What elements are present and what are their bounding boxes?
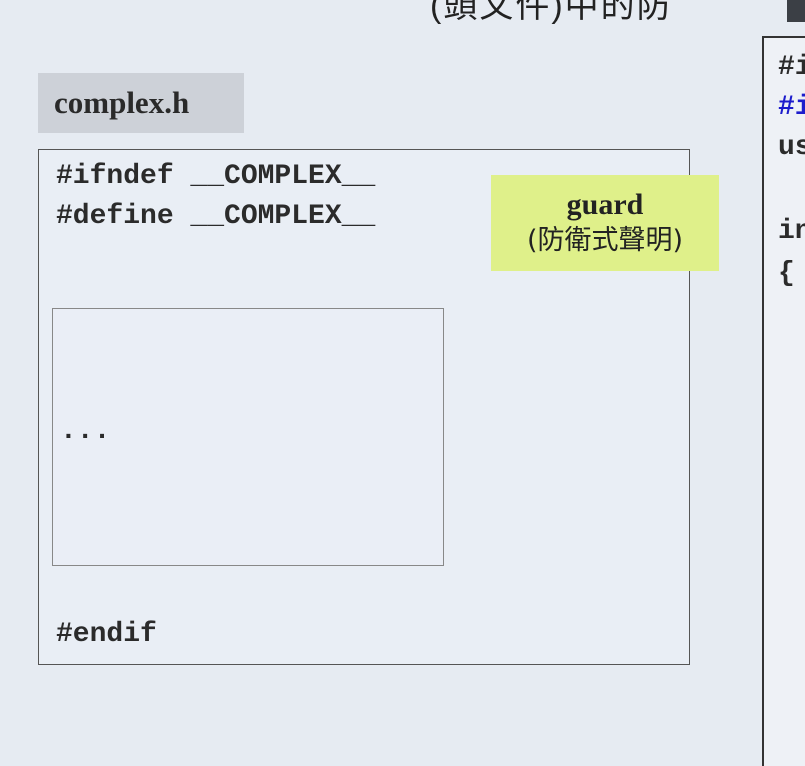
guard-label: guard (防衛式聲明)	[491, 175, 719, 271]
right-code-line: #i	[778, 92, 805, 123]
guard-title: guard	[566, 188, 644, 221]
right-code-line: #i	[778, 52, 805, 83]
right-code-line: in	[778, 216, 805, 247]
code-line-define: #define __COMPLEX__	[56, 201, 376, 232]
right-code-line: us	[778, 132, 805, 163]
right-code-panel: #i #i us in {	[762, 36, 805, 766]
code-line-ifndef: #ifndef __COMPLEX__	[56, 161, 376, 192]
slide-title: (頭文件)中的防	[430, 0, 673, 25]
inner-code-box	[52, 308, 444, 566]
code-ellipsis: ...	[60, 416, 111, 447]
code-line-endif: #endif	[56, 619, 157, 650]
guard-subtitle: (防衛式聲明)	[526, 225, 684, 256]
corner-overlay	[787, 0, 805, 22]
right-code-line: {	[778, 258, 795, 289]
file-tab: complex.h	[38, 73, 244, 133]
